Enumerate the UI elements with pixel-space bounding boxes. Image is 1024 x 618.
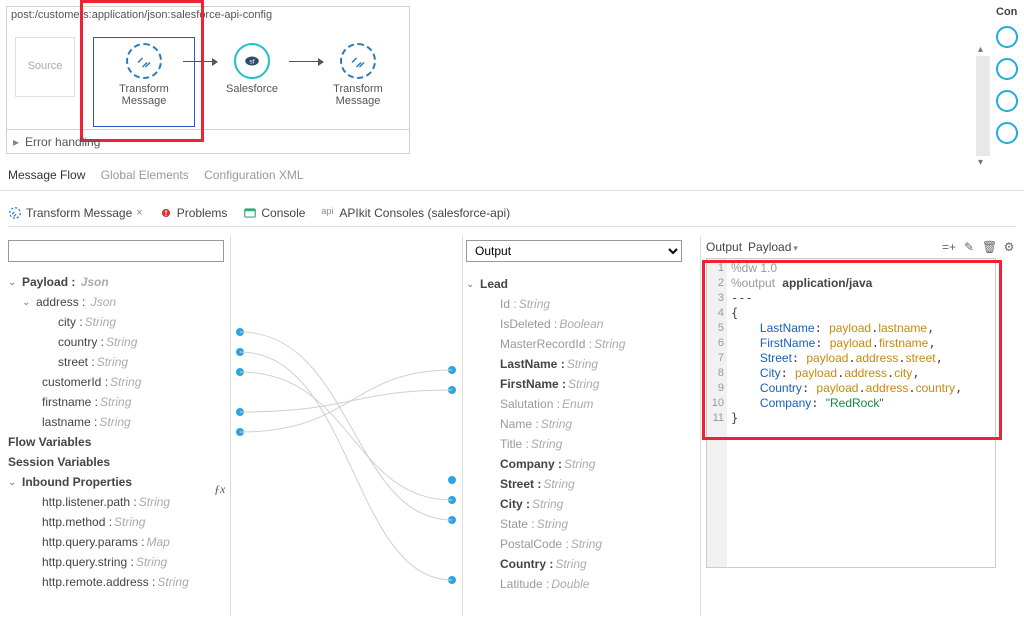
- fx-icon: ƒx: [214, 482, 225, 497]
- tree-lead-field[interactable]: Id : String: [466, 294, 686, 314]
- tree-street[interactable]: street : String: [8, 352, 230, 372]
- node-label: Transform Message: [323, 83, 393, 107]
- scroll-up-icon[interactable]: ▴: [978, 44, 983, 55]
- tree-lead[interactable]: ⌄Lead: [466, 274, 686, 294]
- tree-session-variables[interactable]: Session Variables: [8, 452, 230, 472]
- tree-lead-field[interactable]: Latitude : Double: [466, 574, 686, 594]
- tree-lead-field[interactable]: State : String: [466, 514, 686, 534]
- edit-button[interactable]: ✎: [962, 240, 976, 254]
- add-output-button[interactable]: =+: [942, 240, 956, 254]
- tree-inbound-item[interactable]: http.method : String: [8, 512, 230, 532]
- tab-configuration-xml[interactable]: Configuration XML: [204, 168, 303, 182]
- tree-lead-field[interactable]: IsDeleted : Boolean: [466, 314, 686, 334]
- tree-address[interactable]: ⌄address : Json: [8, 292, 230, 312]
- payload-dropdown[interactable]: Payload: [748, 240, 798, 254]
- code-editor[interactable]: 1234567891011 %dw 1.0%output application…: [706, 258, 996, 568]
- side-tool-3[interactable]: [996, 90, 1018, 112]
- flow-source[interactable]: Source: [15, 37, 75, 97]
- error-handling-row[interactable]: ▸ Error handling: [6, 130, 410, 154]
- tree-filter-input[interactable]: [8, 240, 224, 262]
- node-label: Transform Message: [109, 83, 179, 107]
- delete-button[interactable]: 🗑: [982, 240, 996, 254]
- side-tool-1[interactable]: [996, 26, 1018, 48]
- bottom-tabs: Transform Message × Problems Console api…: [8, 206, 1016, 227]
- side-tool-4[interactable]: [996, 122, 1018, 144]
- tab-apikit-consoles[interactable]: api APIkit Consoles (salesforce-api): [321, 206, 510, 220]
- tree-payload[interactable]: ⌄Payload : Json: [8, 272, 230, 292]
- output-select[interactable]: Output: [466, 240, 682, 262]
- api-icon: api: [321, 206, 335, 220]
- transform-icon: [126, 43, 162, 79]
- tree-inbound-properties[interactable]: ⌄Inbound Properties: [8, 472, 230, 492]
- chevron-down-icon: ⌄: [8, 477, 22, 488]
- tab-console[interactable]: Console: [243, 206, 305, 220]
- tree-lead-field[interactable]: PostalCode : String: [466, 534, 686, 554]
- canvas-scrollbar[interactable]: ▴ ▾: [976, 56, 990, 156]
- close-icon[interactable]: ×: [136, 207, 142, 219]
- tab-transform-message[interactable]: Transform Message ×: [8, 206, 143, 220]
- tree-lead-field[interactable]: MasterRecordId : String: [466, 334, 686, 354]
- chevron-down-icon: ⌄: [466, 279, 480, 290]
- tree-lastname[interactable]: lastname : String: [8, 412, 230, 432]
- svg-text:sf: sf: [249, 58, 254, 65]
- scroll-down-icon[interactable]: ▾: [978, 157, 983, 168]
- code-content[interactable]: %dw 1.0%output application/java---{ Last…: [727, 259, 995, 567]
- settings-button[interactable]: ⚙: [1002, 240, 1016, 254]
- tree-inbound-item[interactable]: http.listener.path : String: [8, 492, 230, 512]
- code-gutter: 1234567891011: [707, 259, 727, 567]
- side-tool-2[interactable]: [996, 58, 1018, 80]
- side-label: Con: [996, 6, 1020, 18]
- right-side-panel: Con: [996, 6, 1020, 154]
- problems-icon: [159, 206, 173, 220]
- mapping-panel[interactable]: ƒx: [232, 240, 460, 610]
- tree-lead-field[interactable]: Title : String: [466, 434, 686, 454]
- tree-customerid[interactable]: customerId : String: [8, 372, 230, 392]
- transform-icon: [340, 43, 376, 79]
- code-panel: Output Payload =+ ✎ 🗑 ⚙ 1234567891011 %d…: [706, 240, 1016, 610]
- tree-lead-field[interactable]: Country : String: [466, 554, 686, 574]
- tree-lead-field[interactable]: City : String: [466, 494, 686, 514]
- tab-message-flow[interactable]: Message Flow: [8, 168, 85, 182]
- tree-lead-field[interactable]: Company : String: [466, 454, 686, 474]
- flow-arrow: [289, 61, 323, 62]
- transform-icon: [8, 206, 22, 220]
- input-tree-panel: ⌄Payload : Json ⌄address : Json city : S…: [8, 240, 230, 610]
- canvas-sub-tabs: Message Flow Global Elements Configurati…: [8, 168, 316, 182]
- console-icon: [243, 206, 257, 220]
- chevron-down-icon: ⌄: [22, 297, 36, 308]
- flow-title: post:/customers:application/json:salesfo…: [11, 9, 272, 21]
- tree-country[interactable]: country : String: [8, 332, 230, 352]
- tree-flow-variables[interactable]: Flow Variables: [8, 432, 230, 452]
- flow-arrow: [183, 61, 217, 62]
- node-salesforce[interactable]: sf Salesforce: [217, 43, 287, 95]
- output-tree-panel: Output ⌄Lead Id : StringIsDeleted : Bool…: [466, 240, 686, 610]
- tree-inbound-item[interactable]: http.query.params : Map: [8, 532, 230, 552]
- chevron-right-icon: ▸: [13, 135, 19, 149]
- tree-inbound-item[interactable]: http.query.string : String: [8, 552, 230, 572]
- tree-firstname[interactable]: firstname : String: [8, 392, 230, 412]
- chevron-down-icon: ⌄: [8, 277, 22, 288]
- node-transform-2[interactable]: Transform Message: [323, 43, 393, 107]
- tree-lead-field[interactable]: FirstName : String: [466, 374, 686, 394]
- tree-city[interactable]: city : String: [8, 312, 230, 332]
- tree-inbound-item[interactable]: http.remote.address : String: [8, 572, 230, 592]
- tree-lead-field[interactable]: Name : String: [466, 414, 686, 434]
- tree-lead-field[interactable]: Street : String: [466, 474, 686, 494]
- tree-lead-field[interactable]: Salutation : Enum: [466, 394, 686, 414]
- tab-global-elements[interactable]: Global Elements: [101, 168, 189, 182]
- salesforce-icon: sf: [234, 43, 270, 79]
- node-label: Salesforce: [217, 83, 287, 95]
- tree-lead-field[interactable]: LastName : String: [466, 354, 686, 374]
- node-transform-1[interactable]: Transform Message: [109, 43, 179, 107]
- output-label: Output: [706, 240, 742, 254]
- tab-problems[interactable]: Problems: [159, 206, 228, 220]
- flow-canvas[interactable]: post:/customers:application/json:salesfo…: [6, 6, 410, 130]
